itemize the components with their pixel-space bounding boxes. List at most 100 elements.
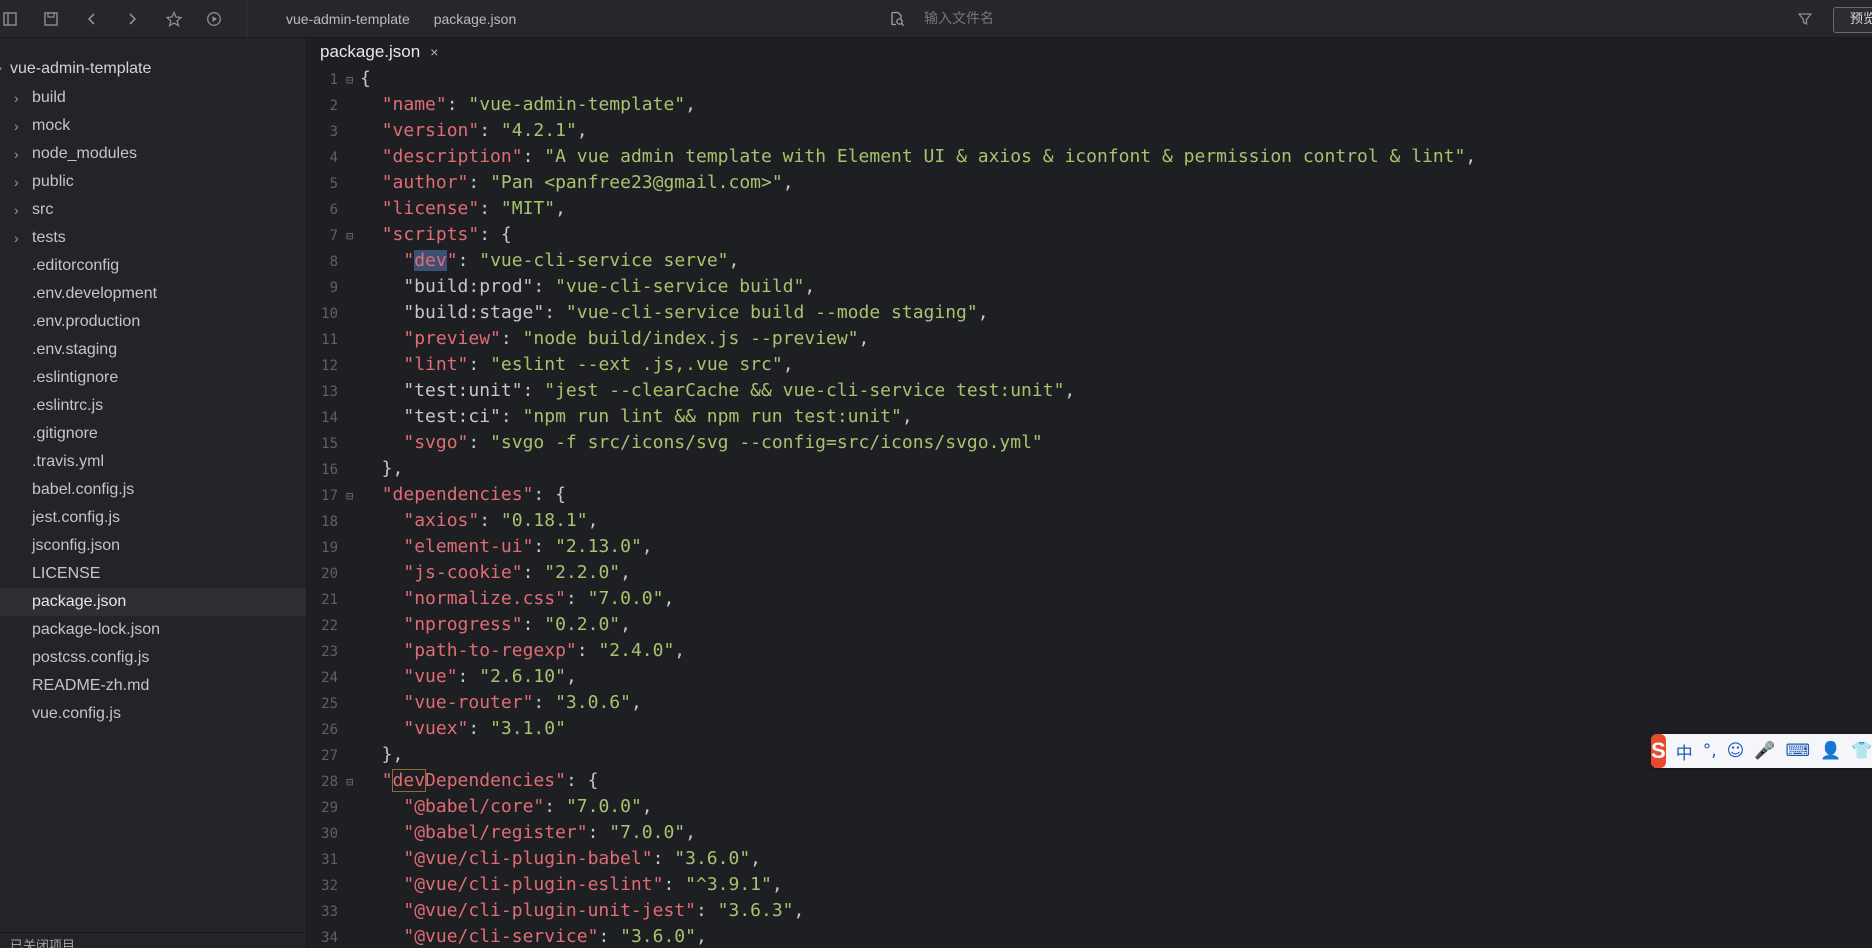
tree-file[interactable]: .eslintrc.js [0, 392, 306, 420]
tree-file[interactable]: .env.staging [0, 336, 306, 364]
tree-file[interactable]: .env.production [0, 308, 306, 336]
code-line[interactable]: 28 ⊟ "devDependencies": { [308, 769, 1798, 796]
code-line[interactable]: 33 "@vue/cli-plugin-unit-jest": "3.6.3", [308, 900, 1798, 926]
tree-file[interactable]: .eslintignore [0, 364, 306, 392]
tree-file[interactable]: .travis.yml [0, 448, 306, 476]
code-line[interactable]: 11 "preview": "node build/index.js --pre… [308, 328, 1798, 354]
sidebar-toggle-icon[interactable] [0, 9, 20, 29]
ime-toolbar[interactable]: S 中 °, ☺ 🎤 ⌨ 👤 👕 [1651, 734, 1872, 768]
chevron-down-icon[interactable]: › [0, 61, 2, 75]
tree-file[interactable]: .env.development [0, 280, 306, 308]
tree-file[interactable]: LICENSE [0, 560, 306, 588]
code-line[interactable]: 17 ⊟ "dependencies": { [308, 484, 1798, 510]
ime-skin-icon[interactable]: 👕 [1851, 741, 1872, 761]
tree-file[interactable]: README-zh.md [0, 672, 306, 700]
code-line[interactable]: 7 ⊟ "scripts": { [308, 224, 1798, 250]
code-line[interactable]: 4 "description": "A vue admin template w… [308, 146, 1798, 172]
tree-folder[interactable]: › public [0, 168, 306, 196]
filter-icon[interactable] [1795, 9, 1815, 29]
code-line[interactable]: 13 "test:unit": "jest --clearCache && vu… [308, 380, 1798, 406]
code-line[interactable]: 1 ⊟ { [308, 68, 1798, 94]
code-line[interactable]: 18 "axios": "0.18.1", [308, 510, 1798, 536]
code-line[interactable]: 8 "dev": "vue-cli-service serve", [308, 250, 1798, 276]
ime-emoji-icon[interactable]: ☺ [1727, 741, 1745, 761]
tree-file[interactable]: jest.config.js [0, 504, 306, 532]
tree-file[interactable]: .gitignore [0, 420, 306, 448]
code-line[interactable]: 23 "path-to-regexp": "2.4.0", [308, 640, 1798, 666]
tree-folder[interactable]: › tests [0, 224, 306, 252]
code-line[interactable]: 32 "@vue/cli-plugin-eslint": "^3.9.1", [308, 874, 1798, 900]
code-line[interactable]: 20 "js-cookie": "2.2.0", [308, 562, 1798, 588]
code-line[interactable]: 34 "@vue/cli-service": "3.6.0", [308, 926, 1798, 948]
code-line[interactable]: 19 "element-ui": "2.13.0", [308, 536, 1798, 562]
breadcrumb-file[interactable]: package.json [434, 11, 517, 27]
tree-file[interactable]: jsconfig.json [0, 532, 306, 560]
closed-projects-label[interactable]: 已关闭项目 [0, 932, 306, 948]
code-line[interactable]: 14 "test:ci": "npm run lint && npm run t… [308, 406, 1798, 432]
star-icon[interactable] [164, 9, 184, 29]
tree-file[interactable]: .editorconfig [0, 252, 306, 280]
chevron-right-icon[interactable]: › [14, 84, 19, 112]
fold-icon[interactable]: ⊟ [346, 229, 353, 243]
code-line[interactable]: 5 "author": "Pan <panfree23@gmail.com>", [308, 172, 1798, 198]
code-line[interactable]: 30 "@babel/register": "7.0.0", [308, 822, 1798, 848]
run-icon[interactable] [204, 9, 224, 29]
ime-voice-icon[interactable]: 🎤 [1754, 741, 1775, 761]
code-line[interactable]: 9 "build:prod": "vue-cli-service build", [308, 276, 1798, 302]
tree-folder[interactable]: › src [0, 196, 306, 224]
ime-keyboard-icon[interactable]: ⌨ [1786, 741, 1811, 761]
tree-folder[interactable]: › build [0, 84, 306, 112]
chevron-right-icon[interactable]: › [14, 196, 19, 224]
code-line[interactable]: 2 "name": "vue-admin-template", [308, 94, 1798, 120]
fold-icon[interactable]: ⊟ [346, 73, 353, 87]
back-arrow-icon[interactable] [82, 9, 102, 29]
ime-punctuation[interactable]: °, [1703, 741, 1717, 761]
line-number: 22 [321, 618, 338, 634]
code-line[interactable]: 12 "lint": "eslint --ext .js,.vue src", [308, 354, 1798, 380]
forward-arrow-icon[interactable] [122, 9, 142, 29]
fold-icon[interactable]: ⊟ [346, 489, 353, 503]
tree-file[interactable]: babel.config.js [0, 476, 306, 504]
save-icon[interactable] [41, 9, 61, 29]
file-search-input[interactable] [924, 11, 1424, 27]
tree-folder-label: node_modules [32, 145, 137, 162]
preview-button[interactable]: 预览 [1833, 7, 1872, 33]
ime-user-icon[interactable]: 👤 [1820, 741, 1841, 761]
code-line[interactable]: 21 "normalize.css": "7.0.0", [308, 588, 1798, 614]
line-number: 31 [321, 852, 338, 868]
breadcrumb-project[interactable]: vue-admin-template [286, 11, 410, 27]
tree-root[interactable]: › vue-admin-template [0, 60, 151, 78]
tree-file[interactable]: vue.config.js [0, 700, 306, 728]
fold-icon[interactable]: ⊟ [346, 775, 353, 789]
code-line[interactable]: 26 "vuex": "3.1.0" [308, 718, 1798, 744]
top-toolbar: vue-admin-template package.json 预览 [0, 0, 1872, 38]
code-line[interactable]: 24 "vue": "2.6.10", [308, 666, 1798, 692]
line-number: 3 [329, 124, 338, 140]
code-line[interactable]: 31 "@vue/cli-plugin-babel": "3.6.0", [308, 848, 1798, 874]
code-line[interactable]: 10 "build:stage": "vue-cli-service build… [308, 302, 1798, 328]
tree-folder[interactable]: › node_modules [0, 140, 306, 168]
code-line[interactable]: 3 "version": "4.2.1", [308, 120, 1798, 146]
code-editor[interactable]: package.json × 1 ⊟ {2 "name": "vue-admin-t… [308, 38, 1872, 948]
ime-logo[interactable]: S [1651, 734, 1666, 768]
code-line[interactable]: 29 "@babel/core": "7.0.0", [308, 796, 1798, 822]
tab-package-json[interactable]: package.json × [308, 38, 450, 66]
chevron-right-icon[interactable]: › [14, 140, 19, 168]
line-number: 16 [321, 462, 338, 478]
code-line[interactable]: 15 "svgo": "svgo -f src/icons/svg --conf… [308, 432, 1798, 458]
tree-file[interactable]: postcss.config.js [0, 644, 306, 672]
code-line[interactable]: 22 "nprogress": "0.2.0", [308, 614, 1798, 640]
code-line[interactable]: 27 }, [308, 744, 1798, 770]
tree-file[interactable]: package.json [0, 588, 306, 616]
chevron-right-icon[interactable]: › [14, 112, 19, 140]
ime-chinese-mode[interactable]: 中 [1676, 739, 1693, 764]
chevron-right-icon[interactable]: › [14, 224, 19, 252]
tree-file[interactable]: package-lock.json [0, 616, 306, 644]
close-icon[interactable]: × [430, 44, 438, 60]
code-line[interactable]: 6 "license": "MIT", [308, 198, 1798, 224]
code-line[interactable]: 16 }, [308, 458, 1798, 484]
tree-folder[interactable]: › mock [0, 112, 306, 140]
chevron-right-icon[interactable]: › [14, 168, 19, 196]
code-line[interactable]: 25 "vue-router": "3.0.6", [308, 692, 1798, 718]
line-number: 2 [329, 98, 338, 114]
